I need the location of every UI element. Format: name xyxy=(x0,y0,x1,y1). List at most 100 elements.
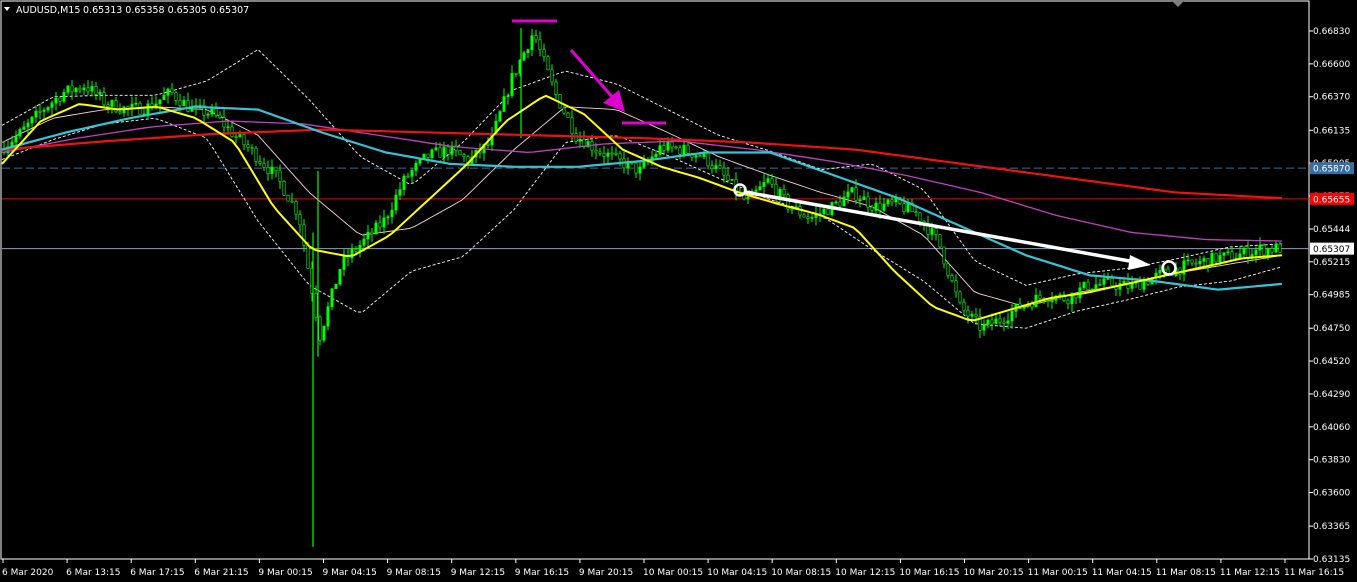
candle-body xyxy=(542,49,546,57)
candle-body xyxy=(1002,321,1006,324)
candle-body xyxy=(838,201,842,207)
chart-header: AUDUSD,M15 0.65313 0.65358 0.65305 0.653… xyxy=(4,5,249,16)
candle-body xyxy=(50,102,54,108)
candle-body xyxy=(370,231,374,235)
candle-body xyxy=(1166,268,1170,274)
candle-body xyxy=(942,246,946,265)
candle-body xyxy=(934,228,938,235)
candle-body xyxy=(782,189,786,195)
x-tick-label: 9 Mar 16:15 xyxy=(515,568,569,578)
candle-body xyxy=(802,214,806,218)
x-tick-label: 10 Mar 04:15 xyxy=(707,568,767,578)
candle-body xyxy=(682,144,686,155)
candle-body xyxy=(30,116,34,124)
candle-body xyxy=(362,238,366,246)
x-tick-label: 10 Mar 00:15 xyxy=(643,568,703,578)
candle-body xyxy=(530,35,534,51)
candle-body xyxy=(386,216,390,219)
candle-body xyxy=(266,166,270,174)
candle-body xyxy=(758,186,762,191)
candle-body xyxy=(1082,281,1086,289)
candle-body xyxy=(282,181,286,196)
candle-body xyxy=(1262,245,1266,256)
x-tick-label: 9 Mar 08:15 xyxy=(387,568,441,578)
candle-body xyxy=(18,129,22,137)
candle-body xyxy=(1270,248,1274,253)
candle-body xyxy=(210,108,214,115)
candle-body xyxy=(778,189,782,198)
candle-body xyxy=(962,301,966,311)
candle-body xyxy=(1050,299,1054,302)
candle-body xyxy=(410,170,414,177)
candle-body xyxy=(414,163,418,171)
x-tick-label: 11 Mar 16:15 xyxy=(1284,568,1344,578)
candle-body xyxy=(594,149,598,153)
price-tag-label-dashed: 0.65870 xyxy=(1313,165,1350,175)
candle-body xyxy=(290,200,294,203)
candle-body xyxy=(390,209,394,218)
candle-body xyxy=(502,96,506,112)
candle-body xyxy=(550,69,554,83)
x-tick-label: 6 Mar 2020 xyxy=(2,568,54,578)
candle-body xyxy=(950,275,954,281)
candle-body xyxy=(958,291,962,303)
candle-body xyxy=(406,175,410,178)
candle-body xyxy=(1242,248,1246,255)
candle-body xyxy=(878,202,882,211)
candle-body xyxy=(374,222,378,235)
candle-body xyxy=(118,111,122,114)
candle-body xyxy=(398,189,402,196)
y-tick-label: 0.65444 xyxy=(1313,225,1350,235)
price-chart: 0.668300.666000.663700.661350.659050.656… xyxy=(0,0,1357,582)
candle-body xyxy=(674,146,678,149)
candle-body xyxy=(938,234,942,248)
candle-body xyxy=(1198,260,1202,265)
candle-body xyxy=(46,107,50,111)
candle-body xyxy=(1254,249,1258,255)
candle-body xyxy=(974,314,978,318)
candle-body xyxy=(1266,248,1270,256)
candle-body xyxy=(382,217,386,228)
candle-body xyxy=(182,100,186,107)
candle-body xyxy=(526,49,530,53)
candle-body xyxy=(166,88,170,96)
candle-body xyxy=(694,155,698,158)
candle-body xyxy=(442,146,446,158)
candle-body xyxy=(666,141,670,151)
candle-body xyxy=(1122,281,1126,284)
candle-body xyxy=(990,319,994,325)
candle-body xyxy=(882,203,886,211)
candle-body xyxy=(26,122,30,128)
candle-body xyxy=(58,97,62,102)
candle-body xyxy=(326,306,330,327)
candle-body xyxy=(850,187,854,193)
x-tick-label: 10 Mar 08:15 xyxy=(771,568,831,578)
candle-body xyxy=(618,153,622,160)
candle-body xyxy=(862,196,866,201)
candle-body xyxy=(342,255,346,270)
x-tick-label: 6 Mar 13:15 xyxy=(66,568,120,578)
candle-body xyxy=(638,166,642,174)
candle-body xyxy=(446,146,450,155)
candle-body xyxy=(522,52,526,61)
candle-body xyxy=(274,166,278,172)
y-tick-label: 0.63830 xyxy=(1313,456,1350,466)
candle-body xyxy=(174,92,178,101)
candle-body xyxy=(106,104,110,107)
candle-body xyxy=(498,111,502,122)
candle-body xyxy=(890,199,894,203)
candle-body xyxy=(74,87,78,93)
candle-body xyxy=(1102,278,1106,285)
candle-body xyxy=(102,92,106,106)
candle-body xyxy=(1010,311,1014,322)
candle-body xyxy=(1046,300,1050,302)
candle-body xyxy=(866,196,870,208)
candle-body xyxy=(178,99,182,107)
candle-body xyxy=(434,147,438,151)
candle-body xyxy=(1230,251,1234,261)
candle-body xyxy=(1094,284,1098,290)
candle-body xyxy=(110,100,114,107)
candle-body xyxy=(426,153,430,158)
candle-body xyxy=(214,108,218,116)
candle-body xyxy=(306,244,310,269)
